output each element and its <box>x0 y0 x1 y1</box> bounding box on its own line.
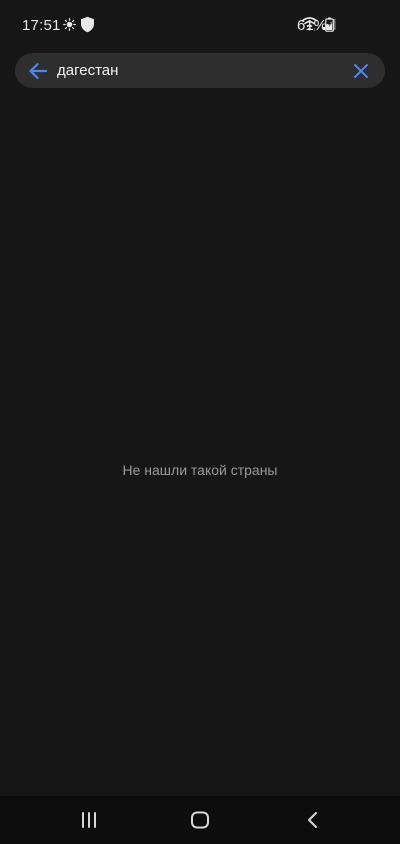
battery-percent: 61% <box>297 17 328 34</box>
search-input[interactable] <box>57 57 347 84</box>
status-left-icons <box>63 16 95 37</box>
home-button[interactable] <box>188 808 212 832</box>
status-bar: 17:51 ↕ 61% <box>0 0 400 52</box>
country-search-screen: 17:51 ↕ 61% дагестан Не нашли такой стра… <box>0 0 400 844</box>
navigation-bar <box>0 796 400 844</box>
shield-icon <box>80 16 95 37</box>
recent-apps-icon <box>82 812 96 828</box>
status-time: 17:51 <box>22 17 61 34</box>
recent-apps-button[interactable] <box>77 808 101 832</box>
home-icon <box>191 811 209 829</box>
search-bar <box>15 53 385 88</box>
back-icon <box>308 812 317 828</box>
back-button[interactable] <box>25 58 51 84</box>
battery-icon <box>325 17 334 36</box>
system-back-button[interactable] <box>301 808 325 832</box>
arrow-left-icon <box>29 63 48 79</box>
clear-search-button[interactable] <box>349 59 373 83</box>
close-icon <box>354 64 368 78</box>
brightness-icon <box>63 18 76 35</box>
empty-results-message: Не нашли такой страны <box>122 462 278 478</box>
